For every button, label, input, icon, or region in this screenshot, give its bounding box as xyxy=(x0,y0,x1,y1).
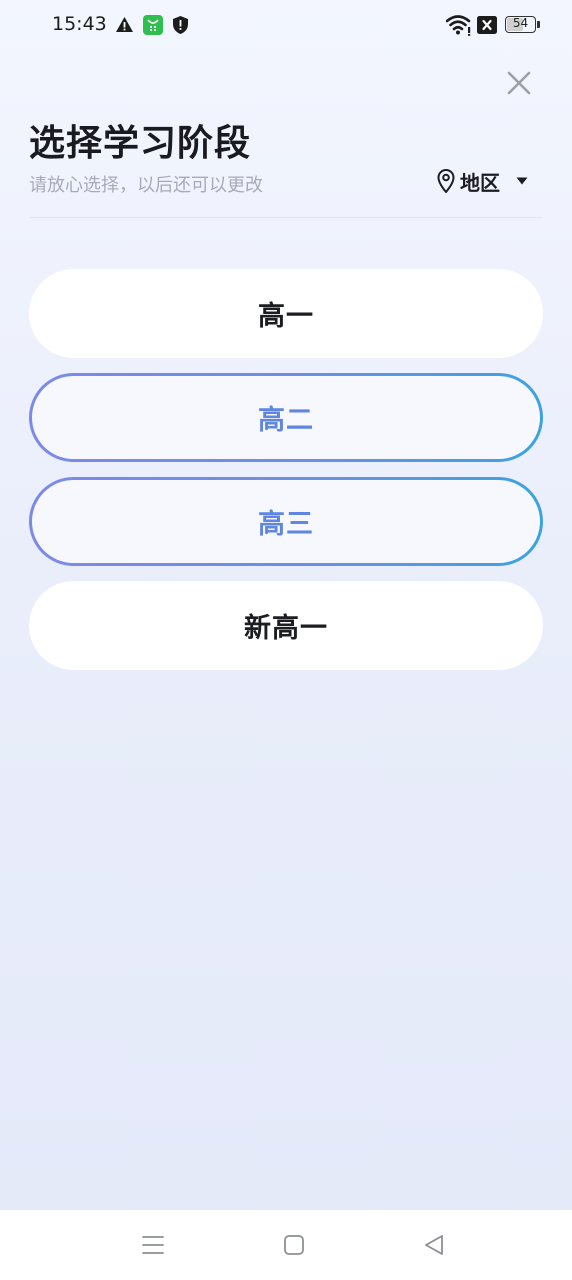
status-bar: 15:43 54 xyxy=(0,0,572,52)
grade-option-4[interactable]: 新高一 xyxy=(29,581,543,670)
location-pin-icon xyxy=(437,169,455,193)
header-divider xyxy=(29,217,543,218)
grade-option-3[interactable]: 高三 xyxy=(29,477,543,566)
menu-button[interactable] xyxy=(140,1232,166,1258)
grade-options: 高一 高二 高三 新高一 xyxy=(29,269,543,685)
back-icon xyxy=(425,1235,443,1255)
home-icon xyxy=(284,1235,304,1255)
grade-option-label: 新高一 xyxy=(244,613,328,644)
grade-option-label: 高三 xyxy=(258,509,314,540)
grade-option-1[interactable]: 高一 xyxy=(29,269,543,358)
sim-disabled-icon xyxy=(477,16,497,34)
close-button[interactable] xyxy=(502,66,536,100)
battery-tip xyxy=(537,21,540,28)
shield-icon xyxy=(173,16,188,34)
battery-level: 54 xyxy=(512,16,529,30)
menu-icon xyxy=(142,1236,164,1254)
warning-icon xyxy=(116,17,133,32)
page-title: 选择学习阶段 xyxy=(29,123,252,164)
back-button[interactable] xyxy=(421,1232,447,1258)
navigation-bar xyxy=(0,1210,572,1280)
status-time: 15:43 xyxy=(52,13,107,35)
grade-option-label: 高一 xyxy=(258,301,314,332)
grade-option-2[interactable]: 高二 xyxy=(29,373,543,462)
region-selector[interactable]: 地区 xyxy=(436,166,528,196)
grade-option-label: 高二 xyxy=(258,405,314,436)
wifi-icon xyxy=(446,15,471,36)
region-label: 地区 xyxy=(460,170,500,195)
page-subtitle: 请放心选择，以后还可以更改 xyxy=(29,175,263,196)
close-icon xyxy=(507,71,531,95)
battery-icon: 54 xyxy=(505,16,536,33)
app-badge-icon xyxy=(143,15,163,35)
caret-down-icon xyxy=(516,177,528,185)
home-button[interactable] xyxy=(281,1232,307,1258)
